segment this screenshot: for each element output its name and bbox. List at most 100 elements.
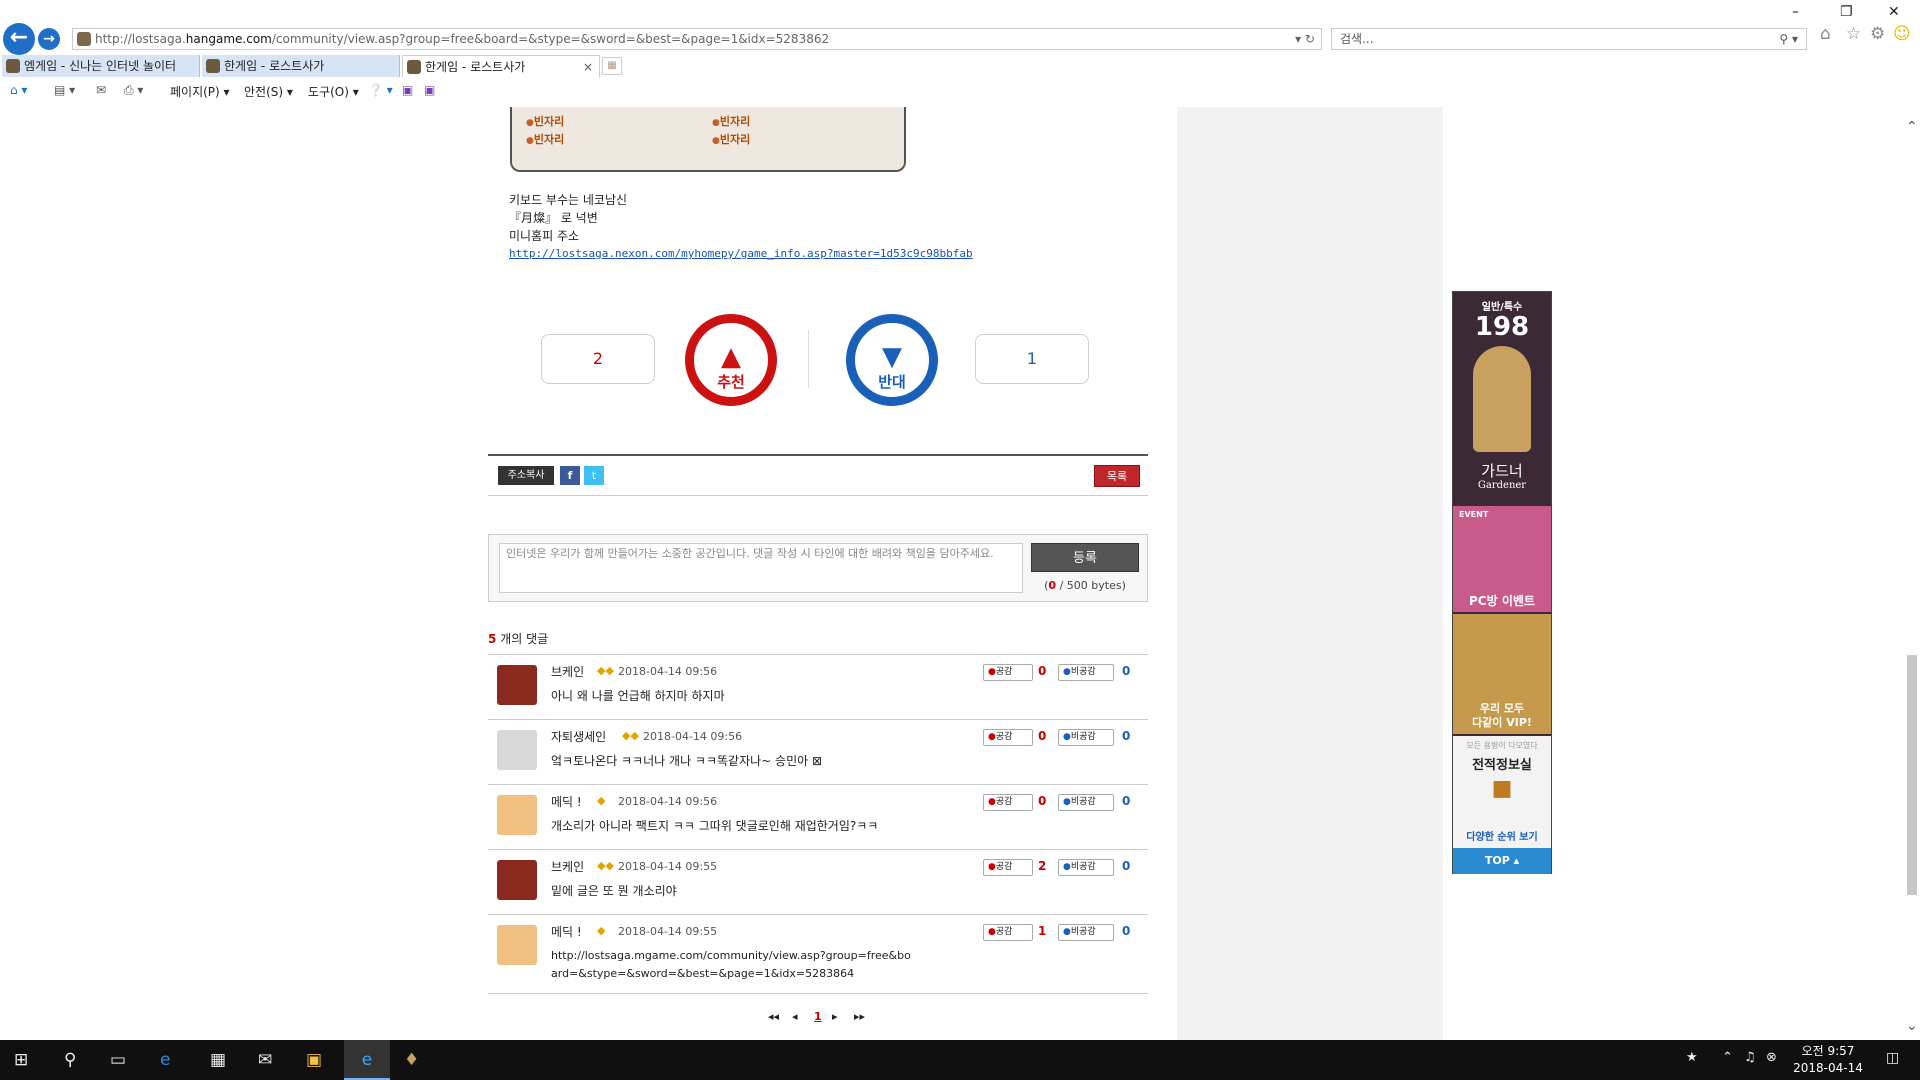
smiley-icon[interactable]: ☺: [1893, 24, 1911, 44]
next-page-button[interactable]: ▸: [832, 1010, 838, 1023]
comment-nickname[interactable]: 메딕 !: [551, 923, 582, 940]
home-menu-icon[interactable]: ⌂ ▾: [10, 83, 27, 97]
new-tab-button[interactable]: ▦: [602, 57, 622, 75]
search-icon[interactable]: ⚲: [64, 1050, 76, 1070]
refresh-icon[interactable]: ▾ ↻: [1295, 29, 1315, 49]
comment-submit-button[interactable]: 등록: [1031, 543, 1139, 572]
mail-icon[interactable]: ✉: [258, 1050, 272, 1070]
current-page[interactable]: 1: [814, 1010, 822, 1023]
vertical-scrollbar[interactable]: ⌃ ⌄: [1903, 107, 1920, 1040]
comment-text: 개소리가 아니라 팩트지 ㅋㅋ 그따위 댓글로인해 재업한거임?ㅋㅋ: [551, 819, 879, 833]
twitter-share-button[interactable]: t: [584, 466, 604, 485]
search-box[interactable]: 검색... ⚲ ▾: [1331, 28, 1807, 50]
oppose-button[interactable]: ▼ 반대: [846, 314, 938, 406]
search-icon[interactable]: ⚲ ▾: [1779, 29, 1798, 49]
comment-item: 메딕 ! ◆ 2018-04-14 09:56 개소리가 아니라 팩트지 ㅋㅋ …: [488, 784, 1148, 848]
lostsaga-app-icon[interactable]: ♦: [404, 1050, 419, 1070]
comment-item: 메딕 ! ◆ 2018-04-14 09:55 http://lostsaga.…: [488, 914, 1148, 994]
seat-slot: 빈자리: [526, 131, 564, 147]
like-button[interactable]: 공감: [983, 859, 1033, 876]
notification-icon[interactable]: ◫: [1886, 1050, 1899, 1066]
task-view-icon[interactable]: ▭: [110, 1050, 126, 1070]
scroll-down-icon[interactable]: ⌄: [1906, 1018, 1918, 1034]
back-button[interactable]: ←: [3, 23, 35, 55]
safety-menu[interactable]: 안전(S) ▾: [244, 83, 293, 100]
forward-button[interactable]: →: [38, 28, 60, 50]
level-badge-icon: ◆◆: [622, 729, 639, 742]
file-explorer-icon[interactable]: ▣: [306, 1050, 322, 1070]
clock-date: 2018-04-14: [1793, 1061, 1863, 1075]
home-icon[interactable]: ⌂: [1820, 24, 1831, 44]
people-icon[interactable]: ★: [1686, 1050, 1698, 1065]
comment-nickname[interactable]: 브케인: [551, 858, 584, 875]
facebook-share-button[interactable]: f: [560, 466, 580, 485]
scrollbar-thumb[interactable]: [1907, 655, 1917, 895]
minimize-button[interactable]: –: [1792, 4, 1799, 20]
tab-hangame-1[interactable]: 한게임 - 로스트사가: [202, 55, 400, 77]
signature-line: 『月燦』 로 넉변: [509, 211, 598, 225]
browser-chrome: ← → http://lostsaga.hangame.com/communit…: [0, 0, 1920, 107]
comment-byte-counter: (0 / 500 bytes): [1044, 579, 1126, 592]
prev-page-button[interactable]: ◂: [792, 1010, 798, 1023]
store-icon[interactable]: ▦: [210, 1050, 226, 1070]
first-page-button[interactable]: ◂◂: [768, 1010, 779, 1023]
rank-banner-caption: 모든 용병이 다모였다: [1466, 741, 1538, 750]
comment-input[interactable]: 인터넷은 우리가 함께 만들어가는 소중한 공간입니다. 댓글 작성 시 타인에…: [499, 543, 1023, 593]
volume-icon[interactable]: ♫: [1744, 1050, 1756, 1065]
close-tab-icon[interactable]: ×: [583, 56, 593, 77]
page-menu[interactable]: 페이지(P) ▾: [170, 83, 230, 100]
comment-nickname[interactable]: 자퇴생세인: [551, 728, 606, 745]
windows-start-icon[interactable]: ⊞: [14, 1050, 28, 1070]
edge-icon[interactable]: e: [160, 1050, 170, 1070]
signature-line: 미니홈피 주소: [509, 229, 580, 243]
tab-mgame[interactable]: 엠게임 - 신나는 인터넷 놀이터: [2, 55, 200, 77]
like-button[interactable]: 공감: [983, 794, 1033, 811]
comment-date: 2018-04-14 09:56: [618, 665, 718, 678]
close-window-button[interactable]: ✕: [1888, 4, 1900, 20]
dislike-button[interactable]: 비공감: [1058, 794, 1114, 811]
comment-item: 자퇴생세인 ◆◆ 2018-04-14 09:56 엌ㅋ토나온다 ㅋㅋ너나 개나…: [488, 719, 1148, 783]
maximize-button[interactable]: ❐: [1840, 4, 1853, 20]
comment-text: 밑에 글은 또 뭔 개소리야: [551, 884, 677, 898]
onenote-icon[interactable]: ▣: [402, 83, 413, 97]
comment-date: 2018-04-14 09:55: [618, 860, 718, 873]
side-banner[interactable]: 일반/특수 198 가드너 Gardener EVENT PC방 이벤트 우리 …: [1452, 291, 1552, 874]
address-bar[interactable]: http://lostsaga.hangame.com/community/vi…: [72, 28, 1322, 50]
mail-icon[interactable]: ✉: [96, 83, 106, 97]
comment-nickname[interactable]: 브케인: [551, 663, 584, 680]
banner-tag: 일반/특수: [1481, 302, 1523, 313]
print-icon[interactable]: ⎙ ▾: [124, 83, 143, 98]
internet-explorer-icon[interactable]: e: [344, 1040, 390, 1080]
last-page-button[interactable]: ▸▸: [854, 1010, 865, 1023]
dislike-button[interactable]: 비공감: [1058, 664, 1114, 681]
dislike-button[interactable]: 비공감: [1058, 924, 1114, 941]
tray-expand-icon[interactable]: ⌃: [1722, 1050, 1733, 1065]
tab-site-icon: [407, 60, 421, 74]
homepage-link[interactable]: http://lostsaga.nexon.com/myhomepy/game_…: [509, 247, 973, 260]
like-count: 0: [1038, 729, 1047, 743]
like-button[interactable]: 공감: [983, 664, 1033, 681]
scroll-up-icon[interactable]: ⌃: [1906, 119, 1918, 135]
tools-menu[interactable]: 도구(O) ▾: [308, 83, 359, 100]
like-button[interactable]: 공감: [983, 924, 1033, 941]
list-button[interactable]: 목록: [1094, 465, 1140, 487]
like-count: 0: [1038, 794, 1047, 808]
dislike-button[interactable]: 비공감: [1058, 859, 1114, 876]
help-icon[interactable]: ❔ ▾: [368, 83, 393, 97]
network-icon[interactable]: ⊗: [1766, 1050, 1777, 1065]
feeds-icon[interactable]: ▤ ▾: [54, 83, 75, 97]
avatar: [497, 730, 537, 770]
top-button[interactable]: TOP ▴: [1453, 848, 1551, 874]
comment-nickname[interactable]: 메딕 !: [551, 793, 582, 810]
recommend-button[interactable]: ▲ 추천: [685, 314, 777, 406]
comment-item: 브케인 ◆◆ 2018-04-14 09:56 아니 왜 나를 언급해 하지마 …: [488, 654, 1148, 718]
like-button[interactable]: 공감: [983, 729, 1033, 746]
tab-site-icon: [6, 59, 20, 73]
taskbar-clock[interactable]: 오전 9:57 2018-04-14: [1780, 1043, 1876, 1077]
settings-gear-icon[interactable]: ⚙: [1870, 24, 1885, 44]
copy-address-button[interactable]: 주소복사: [498, 466, 554, 485]
tab-hangame-active[interactable]: 한게임 - 로스트사가 ×: [402, 55, 600, 77]
favorites-icon[interactable]: ☆: [1846, 24, 1861, 44]
onenote-linked-icon[interactable]: ▣: [424, 83, 435, 97]
dislike-button[interactable]: 비공감: [1058, 729, 1114, 746]
